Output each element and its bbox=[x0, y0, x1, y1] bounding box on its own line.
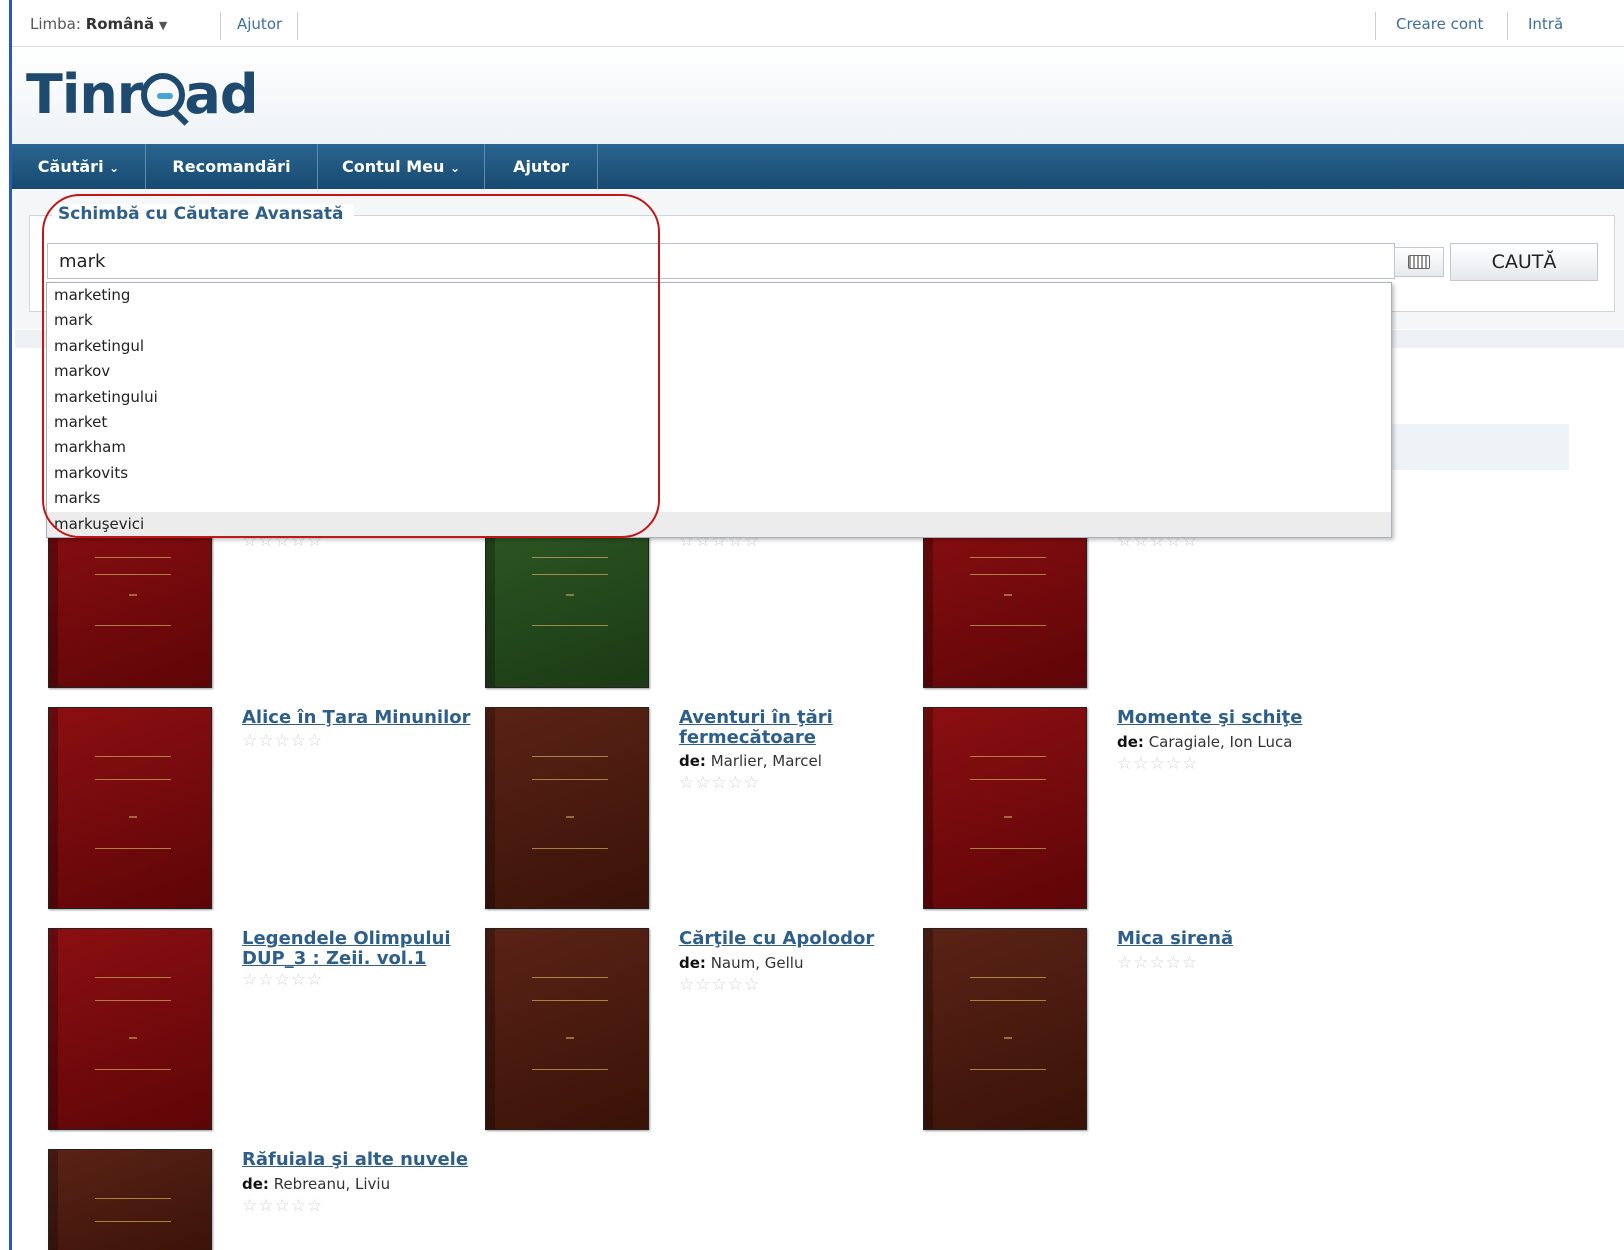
main-nav: Căutări ⌄ Recomandări Contul Meu ⌄ Ajuto… bbox=[12, 144, 1624, 189]
book-title-link[interactable]: Legendele Olimpului DUP_3 : Zeii. vol.1 bbox=[242, 929, 451, 969]
nav-help[interactable]: Ajutor bbox=[485, 144, 597, 189]
book-title-line: DUP_3 : Zeii. vol.1 bbox=[242, 948, 427, 969]
book-cover[interactable] bbox=[485, 928, 649, 1130]
help-link[interactable]: Ajutor bbox=[237, 15, 282, 33]
author-name: Rebreanu, Liviu bbox=[273, 1175, 391, 1193]
book-author: de: Naum, Gellu bbox=[679, 954, 803, 972]
author-prefix: de: bbox=[679, 752, 706, 770]
autocomplete-option[interactable]: market bbox=[47, 410, 1391, 435]
chevron-down-icon: ⌄ bbox=[449, 161, 461, 175]
book-author: de: Marlier, Marcel bbox=[679, 752, 822, 770]
rating-stars[interactable]: ☆☆☆☆☆ bbox=[242, 1196, 323, 1216]
rating-stars[interactable]: ☆☆☆☆☆ bbox=[679, 773, 760, 793]
autocomplete-option[interactable]: marketingului bbox=[47, 385, 1391, 410]
nav-my-account[interactable]: Contul Meu ⌄ bbox=[318, 144, 484, 189]
book-cover[interactable] bbox=[48, 1149, 212, 1250]
chevron-down-icon: ⌄ bbox=[109, 161, 120, 175]
nav-divider bbox=[597, 144, 598, 189]
rating-stars[interactable]: ☆☆☆☆☆ bbox=[679, 975, 760, 995]
language-label: Limba: bbox=[30, 15, 81, 33]
magnifier-logo-icon bbox=[141, 73, 186, 117]
book-title-line: fermecătoare bbox=[679, 727, 816, 748]
advanced-search-toggle[interactable]: Schimbă cu Căutare Avansată bbox=[52, 204, 354, 224]
nav-searches[interactable]: Căutări ⌄ bbox=[12, 144, 145, 189]
rating-stars[interactable]: ☆☆☆☆☆ bbox=[1117, 754, 1198, 774]
autocomplete-option[interactable]: marks bbox=[47, 486, 1391, 511]
book-title-link[interactable]: Momente şi schiţe bbox=[1117, 708, 1302, 728]
divider bbox=[297, 12, 298, 40]
autocomplete-option[interactable]: markov bbox=[47, 359, 1391, 384]
divider bbox=[1375, 12, 1376, 40]
autocomplete-dropdown: marketing mark marketingul markov market… bbox=[46, 282, 1392, 538]
keyboard-icon bbox=[1408, 255, 1430, 269]
book-title-line: Legendele Olimpului bbox=[242, 928, 451, 949]
nav-recommendations[interactable]: Recomandări bbox=[146, 144, 317, 189]
author-name: Caragiale, Ion Luca bbox=[1148, 733, 1293, 751]
author-prefix: de: bbox=[1117, 733, 1144, 751]
book-cover[interactable] bbox=[923, 928, 1087, 1130]
book-author: de: Rebreanu, Liviu bbox=[242, 1175, 390, 1193]
author-name: Naum, Gellu bbox=[710, 954, 804, 972]
book-cover[interactable] bbox=[485, 707, 649, 909]
author-prefix: de: bbox=[679, 954, 706, 972]
book-title-link[interactable]: Răfuiala şi alte nuvele bbox=[242, 1150, 468, 1170]
rating-stars[interactable]: ☆☆☆☆☆ bbox=[242, 731, 323, 751]
rating-stars[interactable]: ☆☆☆☆☆ bbox=[242, 970, 323, 990]
virtual-keyboard-button[interactable] bbox=[1394, 247, 1444, 277]
book-title-link[interactable]: Alice în Ţara Minunilor bbox=[242, 708, 471, 728]
rating-stars[interactable]: ☆☆☆☆☆ bbox=[1117, 953, 1198, 973]
search-input[interactable] bbox=[47, 243, 1395, 279]
autocomplete-option[interactable]: markham bbox=[47, 435, 1391, 460]
book-cover[interactable] bbox=[48, 928, 212, 1130]
author-prefix: de: bbox=[242, 1175, 269, 1193]
autocomplete-option[interactable]: marketing bbox=[47, 283, 1391, 308]
language-selector[interactable]: Limba: Română ▼ bbox=[30, 15, 167, 33]
autocomplete-option[interactable]: marketingul bbox=[47, 334, 1391, 359]
book-title-line: Aventuri în ţări bbox=[679, 707, 833, 728]
nav-my-account-label: Contul Meu bbox=[341, 157, 445, 176]
chevron-down-icon: ▼ bbox=[158, 19, 168, 32]
book-title-link[interactable]: Aventuri în ţări fermecătoare bbox=[679, 708, 833, 748]
site-header: Tinr ad bbox=[12, 47, 1624, 144]
book-title-link[interactable]: Mica sirenă bbox=[1117, 929, 1233, 949]
top-bar: Limba: Română ▼ Ajutor Creare cont Intră bbox=[12, 0, 1624, 47]
search-button[interactable]: CAUTĂ bbox=[1450, 243, 1598, 281]
autocomplete-option[interactable]: markovits bbox=[47, 461, 1391, 486]
divider bbox=[220, 12, 221, 40]
author-name: Marlier, Marcel bbox=[710, 752, 822, 770]
book-cover[interactable] bbox=[923, 707, 1087, 909]
login-link[interactable]: Intră bbox=[1528, 15, 1563, 33]
autocomplete-option[interactable]: mark bbox=[47, 308, 1391, 333]
logo-text-end: ad bbox=[184, 63, 258, 126]
autocomplete-option-highlighted[interactable]: markuşevici bbox=[47, 511, 1391, 537]
book-title-link[interactable]: Cărţile cu Apolodor bbox=[679, 929, 874, 949]
divider bbox=[1507, 12, 1508, 40]
nav-searches-label: Căutări bbox=[37, 157, 104, 176]
logo-text-start: Tinr bbox=[26, 63, 143, 126]
language-value: Română bbox=[85, 15, 155, 33]
create-account-link[interactable]: Creare cont bbox=[1396, 15, 1483, 33]
book-cover[interactable] bbox=[48, 707, 212, 909]
book-author: de: Caragiale, Ion Luca bbox=[1117, 733, 1292, 751]
tinread-logo[interactable]: Tinr ad bbox=[26, 63, 259, 126]
